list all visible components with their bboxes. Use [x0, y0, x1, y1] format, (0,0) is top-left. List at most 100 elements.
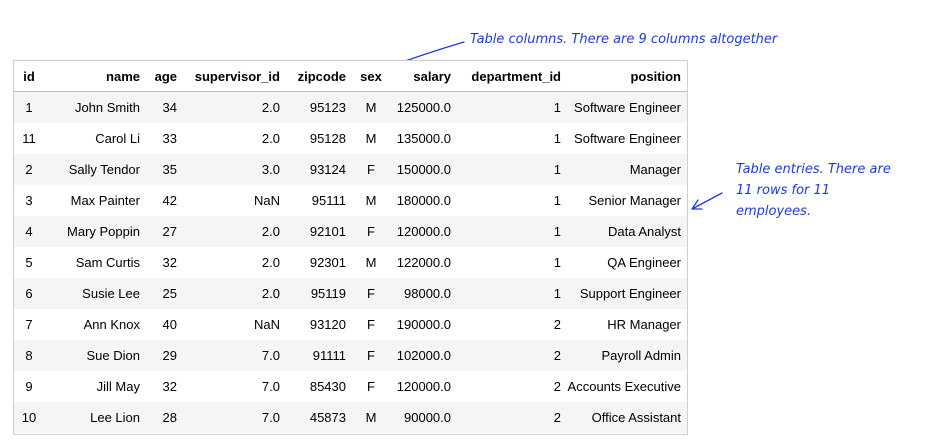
- column-header-sex: sex: [352, 61, 390, 92]
- table-body: 1 John Smith 34 2.0 95123 M 125000.0 1 Software …: [14, 91, 687, 433]
- cell-salary: 122000.0: [396, 255, 451, 270]
- table-row: 1 John Smith 34 2.0 95123 M 125000.0 1 Software …: [14, 91, 687, 123]
- cell-supervisor-id: 2.0: [261, 131, 280, 146]
- column-header-age: age: [146, 61, 183, 92]
- cell-name: Mary Poppin: [44, 216, 146, 247]
- table-row: 6 Susie Lee 25 2.0 95119 F 98000.0 1 Support Eng…: [14, 278, 687, 309]
- cell-salary: 135000.0: [396, 131, 451, 146]
- cell-age: 27: [146, 216, 183, 247]
- cell-name: Max Painter: [70, 193, 140, 208]
- cell-department-id: 2: [457, 340, 567, 371]
- cell-sex: M: [365, 255, 377, 270]
- cell-position: Support Engineer: [567, 278, 687, 309]
- cell-name: Susie Lee: [44, 278, 146, 309]
- cell-department-id: 1: [553, 255, 561, 270]
- table-row: 2 Sally Tendor 35 3.0 93124 F 150000.0 1 Manager: [14, 154, 687, 185]
- cell-position: Senior Manager: [588, 193, 682, 208]
- cell-id: 9: [25, 379, 33, 394]
- table-row: 8 Sue Dion 29 7.0 91111 F 102000.0 2 Payroll Adm…: [14, 340, 687, 371]
- table-row: 5 Sam Curtis 32 2.0 92301 M 122000.0 1 QA Engine…: [14, 247, 687, 278]
- cell-supervisor-id: 7.0: [183, 402, 286, 433]
- column-header-zipcode: zipcode: [286, 61, 352, 92]
- cell-supervisor-id: NaN: [253, 317, 280, 332]
- cell-supervisor-id: 7.0: [183, 340, 286, 371]
- cell-sex: M: [352, 402, 390, 433]
- cell-position: Office Assistant: [567, 402, 687, 433]
- cell-id: 6: [14, 278, 44, 309]
- cell-id: 4: [14, 216, 44, 247]
- cell-name: Sally Tendor: [44, 154, 146, 185]
- cell-zipcode: 45873: [286, 402, 352, 433]
- cell-sex: F: [352, 278, 390, 309]
- column-header-department-id: department_id: [457, 61, 567, 92]
- cell-age: 33: [162, 131, 177, 146]
- cell-zipcode: 92301: [309, 255, 346, 270]
- cell-id: 11: [22, 131, 36, 146]
- cell-department-id: 2: [553, 317, 561, 332]
- cell-zipcode: 93120: [309, 317, 346, 332]
- cell-salary: 98000.0: [390, 278, 457, 309]
- cell-id: 1: [14, 91, 44, 123]
- table-header-row: id name age supervisor_id zipcode sex salary de…: [14, 61, 687, 92]
- table-row: 10 Lee Lion 28 7.0 45873 M 90000.0 2 Office Assi…: [14, 402, 687, 433]
- cell-supervisor-id: 7.0: [261, 379, 280, 394]
- cell-sex: F: [352, 340, 390, 371]
- cell-position: Software Engineer: [574, 131, 681, 146]
- column-header-salary: salary: [390, 61, 457, 92]
- cell-name: John Smith: [44, 91, 146, 123]
- cell-zipcode: 95128: [309, 131, 346, 146]
- cell-id: 10: [14, 402, 44, 433]
- column-header-name: name: [44, 61, 146, 92]
- cell-name: Ann Knox: [83, 317, 140, 332]
- cell-id: 3: [25, 193, 33, 208]
- cell-name: Sam Curtis: [75, 255, 140, 270]
- table-row: 11 Carol Li 33 2.0 95128 M 135000.0 1 Software E…: [14, 123, 687, 154]
- cell-salary: 90000.0: [390, 402, 457, 433]
- cell-salary: 102000.0: [390, 340, 457, 371]
- cell-id: 7: [25, 317, 33, 332]
- table-row: 3 Max Painter 42 NaN 95111 M 180000.0 1 Senior M…: [14, 185, 687, 216]
- cell-position: Manager: [567, 154, 687, 185]
- cell-age: 28: [146, 402, 183, 433]
- cell-age: 29: [146, 340, 183, 371]
- cell-supervisor-id: 2.0: [261, 255, 280, 270]
- table-row: 4 Mary Poppin 27 2.0 92101 F 120000.0 1 Data Ana…: [14, 216, 687, 247]
- cell-department-id: 1: [457, 91, 567, 123]
- cell-department-id: 1: [553, 193, 561, 208]
- cell-id: 8: [14, 340, 44, 371]
- cell-salary: 120000.0: [396, 379, 451, 394]
- cell-position: Accounts Executive: [567, 379, 681, 394]
- cell-name: Jill May: [96, 379, 140, 394]
- cell-age: 32: [162, 379, 177, 394]
- cell-salary: 150000.0: [390, 154, 457, 185]
- cell-name: Sue Dion: [44, 340, 146, 371]
- cell-zipcode: 95123: [286, 91, 352, 123]
- cell-sex: F: [367, 317, 375, 332]
- cell-sex: F: [367, 379, 375, 394]
- cell-position: QA Engineer: [607, 255, 681, 270]
- cell-age: 25: [146, 278, 183, 309]
- cell-position: HR Manager: [607, 317, 681, 332]
- cell-supervisor-id: 3.0: [183, 154, 286, 185]
- cell-salary: 180000.0: [396, 193, 451, 208]
- cell-zipcode: 93124: [286, 154, 352, 185]
- cell-supervisor-id: 2.0: [183, 91, 286, 123]
- cell-age: 32: [162, 255, 177, 270]
- cell-salary: 125000.0: [390, 91, 457, 123]
- cell-supervisor-id: 2.0: [183, 278, 286, 309]
- cell-sex: M: [352, 91, 390, 123]
- cell-salary: 120000.0: [390, 216, 457, 247]
- cell-department-id: 1: [457, 216, 567, 247]
- cell-age: 35: [146, 154, 183, 185]
- cell-zipcode: 95111: [311, 193, 346, 208]
- employee-table: id name age supervisor_id zipcode sex salary de…: [14, 61, 687, 433]
- cell-zipcode: 91111: [286, 340, 352, 371]
- table-row: 7 Ann Knox 40 NaN 93120 F 190000.0 2 HR Manager: [14, 309, 687, 340]
- cell-name: Carol Li: [95, 131, 140, 146]
- cell-zipcode: 85430: [309, 379, 346, 394]
- cell-department-id: 1: [553, 131, 561, 146]
- cell-department-id: 2: [457, 402, 567, 433]
- table-row: 9 Jill May 32 7.0 85430 F 120000.0 2 Accounts Ex…: [14, 371, 687, 402]
- cell-age: 42: [162, 193, 177, 208]
- data-table-frame: id name age supervisor_id zipcode sex salary de…: [13, 60, 688, 435]
